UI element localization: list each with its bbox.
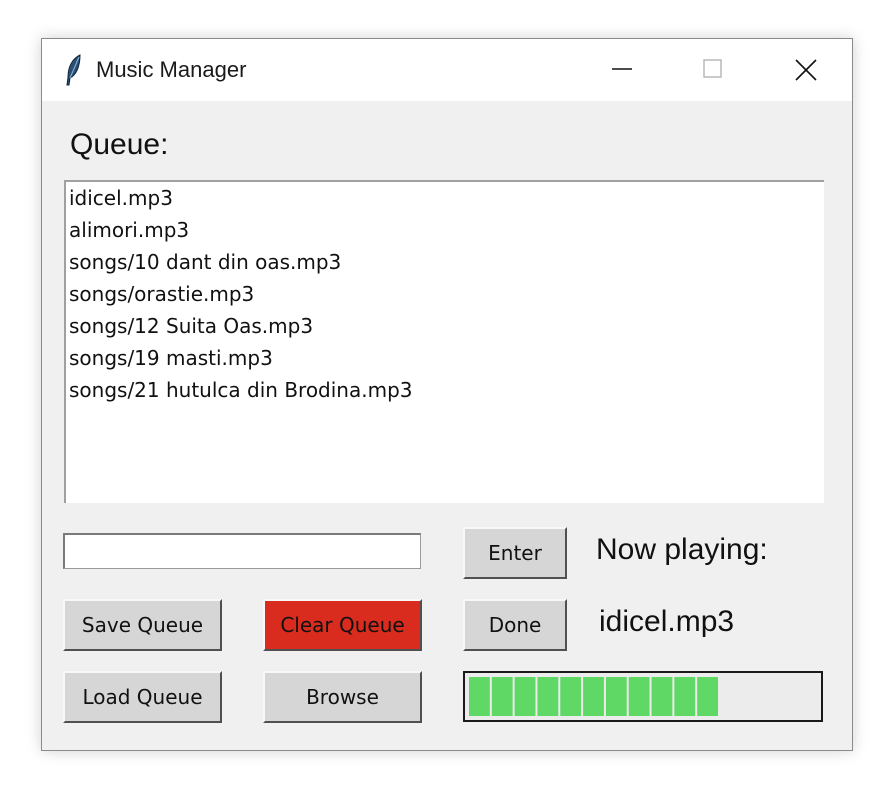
queue-label: Queue: [70, 128, 169, 161]
progress-segment [560, 677, 582, 716]
queue-list-item[interactable]: alimori.mp3 [66, 214, 824, 246]
progress-segment [651, 677, 673, 716]
progress-segment [491, 677, 513, 716]
minimize-icon [612, 68, 632, 70]
queue-list-item[interactable]: songs/orastie.mp3 [66, 278, 824, 310]
progress-segment [583, 677, 604, 716]
queue-list-item[interactable]: songs/21 hutulca din Brodina.mp3 [66, 374, 824, 406]
now-playing-label: Now playing: [596, 533, 768, 566]
song-entry-field[interactable] [63, 533, 421, 569]
feather-icon [62, 53, 86, 87]
minimize-button[interactable] [577, 39, 667, 101]
progress-segment [605, 677, 627, 716]
window-title: Music Manager [96, 57, 247, 82]
queue-list-item[interactable]: songs/12 Suita Oas.mp3 [66, 310, 824, 342]
app-window: Music Manager Queue: idicel.mp3 alimori.m… [41, 38, 853, 751]
progress-segment [514, 677, 536, 716]
queue-listbox[interactable]: idicel.mp3 alimori.mp3 songs/10 dant din o… [64, 180, 824, 503]
progress-fill [469, 677, 718, 716]
queue-list-item[interactable]: songs/10 dant din oas.mp3 [66, 246, 824, 278]
progress-segment [674, 677, 696, 716]
done-button[interactable]: Done [463, 599, 567, 651]
progress-segment [697, 677, 718, 716]
queue-list-item[interactable]: idicel.mp3 [66, 182, 824, 214]
queue-list-item[interactable]: songs/19 masti.mp3 [66, 342, 824, 374]
progress-segment [537, 677, 559, 716]
now-playing-value: idicel.mp3 [599, 605, 735, 638]
browse-button[interactable]: Browse [263, 671, 422, 723]
maximize-icon [703, 59, 722, 78]
close-button[interactable] [760, 39, 850, 101]
enter-button[interactable]: Enter [463, 527, 567, 579]
progress-segment [469, 677, 490, 716]
progress-segment [628, 677, 650, 716]
clear-queue-button[interactable]: Clear Queue [263, 599, 422, 651]
playback-progress-bar [463, 671, 823, 722]
maximize-button[interactable] [667, 39, 757, 101]
load-queue-button[interactable]: Load Queue [63, 671, 222, 723]
close-icon [795, 59, 817, 81]
save-queue-button[interactable]: Save Queue [63, 599, 222, 651]
title-bar[interactable]: Music Manager [42, 39, 852, 101]
